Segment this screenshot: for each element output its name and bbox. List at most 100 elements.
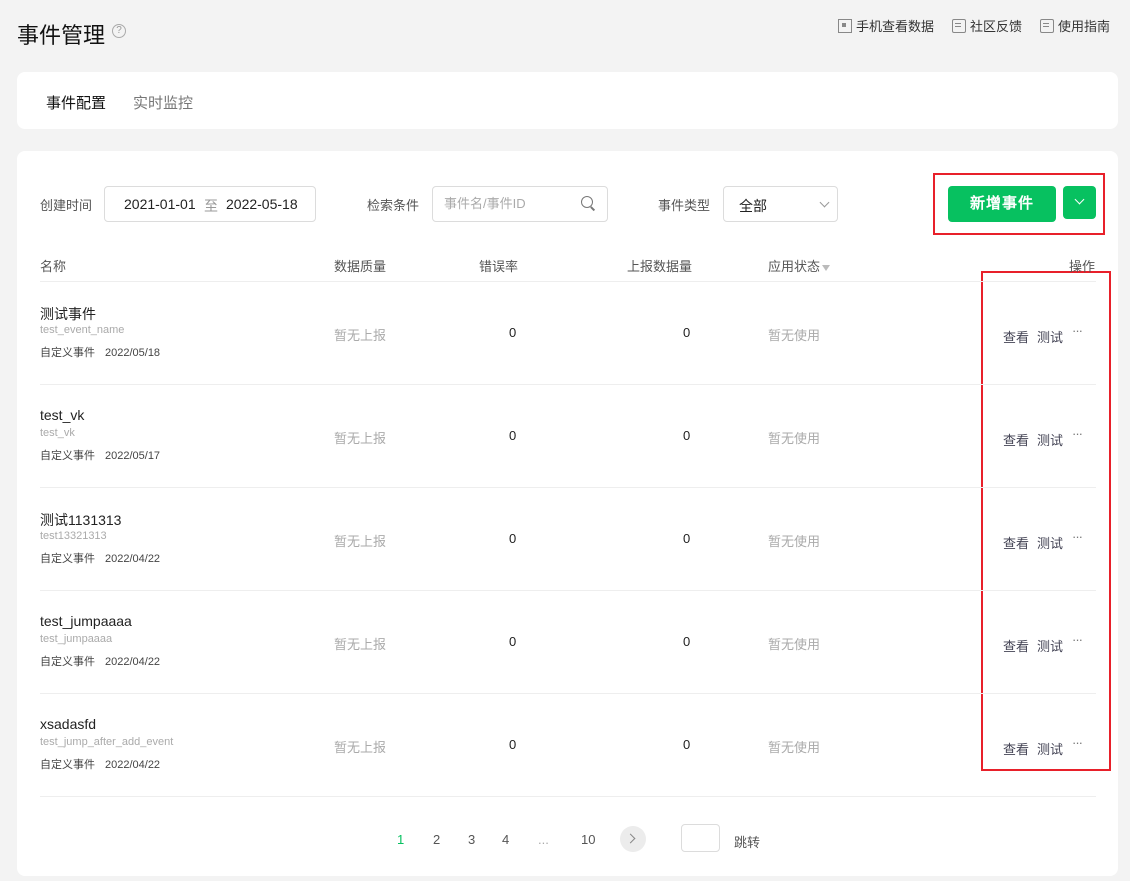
table-row: test_jumpaaaa test_jumpaaaa 自定义事件 2022/04… [17,591,1118,694]
search-input[interactable] [444,196,574,211]
view-button[interactable]: 查看 [1003,533,1029,552]
col-header-error-rate: 错误率 [479,259,519,274]
more-icon[interactable]: ··· [1072,735,1083,750]
event-meta: 自定义事件 2022/05/17 [40,447,160,463]
test-button[interactable]: 测试 [1037,636,1063,655]
feedback-icon [951,18,966,33]
row-divider [40,796,1096,797]
guide-icon [1039,18,1054,33]
data-quality: 暂无上报 [334,431,387,446]
search-condition-label: 检索条件 [367,198,420,213]
table-row: xsadasfd test_jump_after_add_event 自定义事件… [17,694,1118,797]
test-button[interactable]: 测试 [1037,430,1063,449]
jump-button[interactable]: 跳转 [734,832,760,851]
page-10[interactable]: 10 [581,832,595,847]
chevron-down-icon [1074,194,1085,205]
date-end: 2022-05-18 [226,196,298,212]
view-button[interactable]: 查看 [1003,327,1029,346]
page-4[interactable]: 4 [502,832,509,847]
search-box [432,186,608,222]
view-button[interactable]: 查看 [1003,636,1029,655]
table-row: 测试事件 test_event_name 自定义事件 2022/05/18 暂无上… [17,282,1118,385]
more-icon[interactable]: ··· [1072,323,1083,338]
page-2[interactable]: 2 [433,832,440,847]
search-icon[interactable] [581,196,596,211]
event-meta: 自定义事件 2022/04/22 [40,756,160,772]
error-rate: 0 [509,325,517,340]
col-header-status[interactable]: 应用状态 [768,256,831,275]
table-row: test_vk test_vk 自定义事件 2022/05/17 暂无上报 0 0… [17,385,1118,488]
event-type-select[interactable]: 全部 [723,186,838,222]
chevron-down-icon [819,197,830,208]
filter-icon[interactable] [822,264,831,271]
report-volume: 0 [683,737,691,752]
view-button[interactable]: 查看 [1003,430,1029,449]
next-page-button[interactable] [620,826,646,852]
page-header: 事件管理 ? 手机查看数据 社区反馈 使用指南 [17,16,1110,48]
event-meta: 自定义事件 2022/04/22 [40,653,160,669]
test-button[interactable]: 测试 [1037,739,1063,758]
error-rate: 0 [509,737,517,752]
event-name: test_vk [40,407,85,423]
event-date: 2022/04/22 [105,656,161,668]
data-quality: 暂无上报 [334,637,387,652]
event-name: 测试事件 [40,306,96,322]
col-header-quality: 数据质量 [334,259,387,274]
date-separator: 至 [204,198,218,214]
help-icon[interactable]: ? [112,24,126,38]
event-meta: 自定义事件 2022/04/22 [40,550,160,566]
test-button[interactable]: 测试 [1037,533,1063,552]
event-type: 自定义事件 [40,347,95,359]
community-feedback-link[interactable]: 社区反馈 [951,16,1022,35]
event-meta: 自定义事件 2022/05/18 [40,344,160,360]
event-date: 2022/04/22 [105,553,161,565]
event-date: 2022/05/18 [105,347,161,359]
col-header-ops: 操作 [1069,259,1096,274]
page-1[interactable]: 1 [397,832,404,847]
qr-code-icon [837,18,852,33]
event-type: 自定义事件 [40,759,95,771]
user-guide-link[interactable]: 使用指南 [1039,16,1110,35]
event-id: test_jumpaaaa [40,633,113,645]
add-event-dropdown-button[interactable] [1063,186,1096,219]
event-date: 2022/04/22 [105,759,161,771]
col-header-status-label: 应用状态 [768,259,821,274]
data-quality: 暂无上报 [334,534,387,549]
header-links: 手机查看数据 社区反馈 使用指南 [837,16,1110,35]
event-type-value: 全部 [739,198,767,214]
date-start: 2021-01-01 [124,196,196,212]
col-header-volume: 上报数据量 [627,259,693,274]
more-icon[interactable]: ··· [1072,426,1083,441]
tab-realtime-monitor[interactable]: 实时监控 [133,92,193,113]
app-status: 暂无使用 [768,637,821,652]
error-rate: 0 [509,428,517,443]
add-event-button[interactable]: 新增事件 [948,186,1056,222]
app-status: 暂无使用 [768,740,821,755]
app-status: 暂无使用 [768,328,821,343]
event-type: 自定义事件 [40,553,95,565]
test-button[interactable]: 测试 [1037,327,1063,346]
error-rate: 0 [509,531,517,546]
tab-event-config[interactable]: 事件配置 [46,92,106,113]
event-name: 测试1131313 [40,512,122,528]
report-volume: 0 [683,428,691,443]
jump-page-input[interactable] [681,824,720,852]
more-icon[interactable]: ··· [1072,632,1083,647]
report-volume: 0 [683,531,691,546]
page-3[interactable]: 3 [468,832,475,847]
event-list-card: 创建时间 2021-01-01 至 2022-05-18 检索条件 事件类型 全… [17,151,1118,876]
pagination: 1 2 3 4 ... 10 跳转 [17,823,1118,859]
page-ellipsis: ... [538,832,549,847]
date-range-picker[interactable]: 2021-01-01 至 2022-05-18 [104,186,316,222]
event-type: 自定义事件 [40,656,95,668]
mobile-view-link[interactable]: 手机查看数据 [837,16,934,35]
report-volume: 0 [683,325,691,340]
tabs-card: 事件配置 实时监控 [17,72,1118,129]
report-volume: 0 [683,634,691,649]
event-date: 2022/05/17 [105,450,161,462]
view-button[interactable]: 查看 [1003,739,1029,758]
app-status: 暂无使用 [768,534,821,549]
event-type-label: 事件类型 [658,198,711,213]
event-type: 自定义事件 [40,450,95,462]
more-icon[interactable]: ··· [1072,529,1083,544]
